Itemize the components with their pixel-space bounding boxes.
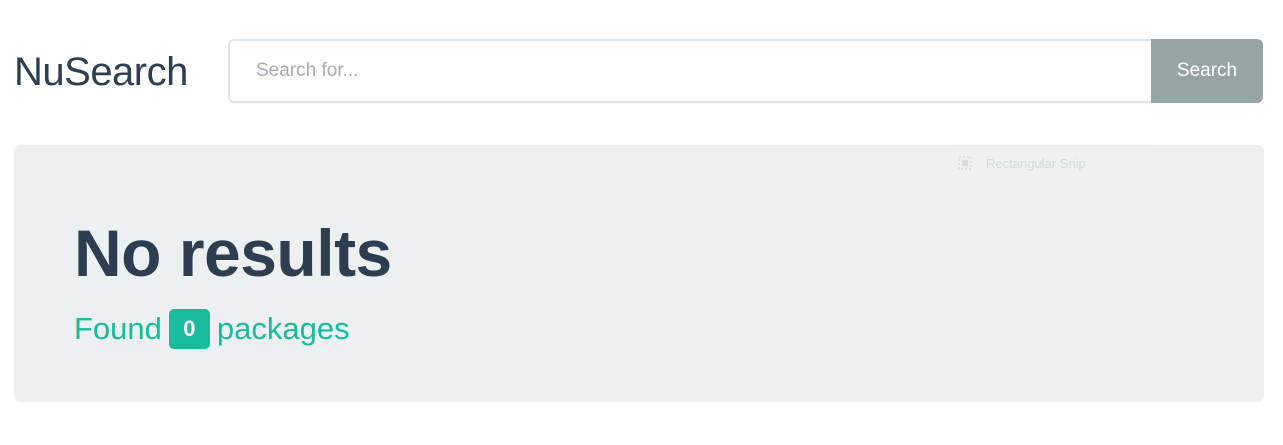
count-prefix: Found bbox=[74, 311, 162, 346]
results-panel: Rectangular Snip No results Found 0 pack… bbox=[14, 145, 1264, 402]
result-count: Found 0 packages bbox=[74, 309, 350, 349]
search-button[interactable]: Search bbox=[1151, 39, 1263, 103]
count-badge: 0 bbox=[168, 309, 210, 349]
search-input[interactable] bbox=[228, 39, 1151, 103]
snip-label: Rectangular Snip bbox=[986, 155, 1086, 171]
page-title: No results bbox=[74, 216, 392, 290]
count-suffix: packages bbox=[216, 311, 350, 346]
snip-icon bbox=[954, 152, 976, 174]
rectangular-snip-overlay[interactable]: Rectangular Snip bbox=[952, 150, 1154, 176]
search-form: Search bbox=[228, 39, 1263, 103]
brand-logo-text[interactable]: NuSearch bbox=[14, 48, 188, 96]
header: NuSearch Search bbox=[0, 0, 1283, 120]
